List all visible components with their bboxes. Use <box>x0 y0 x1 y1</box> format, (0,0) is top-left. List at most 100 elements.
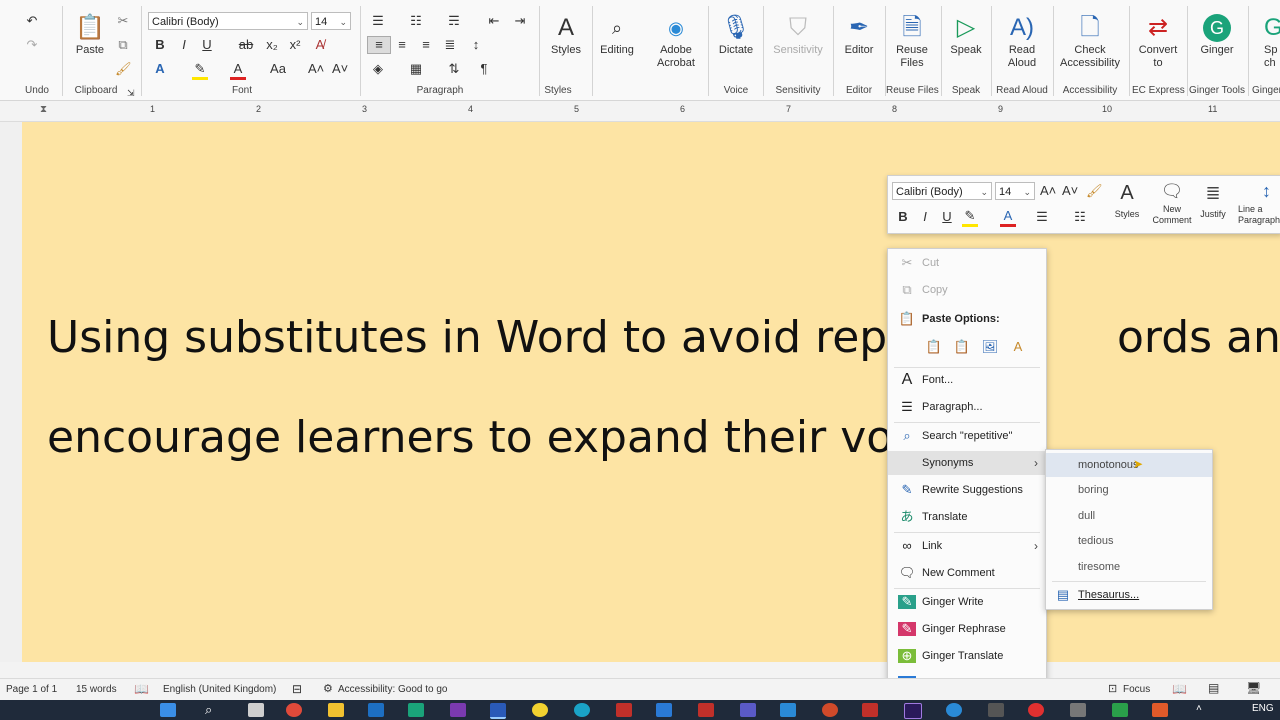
onenote-icon[interactable] <box>450 703 466 717</box>
app-icon[interactable] <box>616 703 632 717</box>
justify-icon[interactable]: ≣ <box>442 37 458 53</box>
file-explorer-icon[interactable] <box>328 703 344 717</box>
dictate-button[interactable]: 🎙 Dictate <box>714 14 758 57</box>
proofing-icon[interactable]: 📖 <box>134 682 149 696</box>
menu-item-thesaurus[interactable]: ▤ Thesaurus... <box>1046 583 1212 607</box>
check-accessibility-button[interactable]: 🗋 Check Accessibility <box>1058 14 1122 70</box>
print-layout-icon[interactable]: ▤ <box>1208 681 1219 695</box>
chrome-icon[interactable] <box>286 703 302 717</box>
align-left-icon[interactable]: ≡ <box>367 36 391 54</box>
mini-font-size-combo[interactable]: 14 ⌄ <box>995 182 1035 200</box>
numbering-icon[interactable]: ☷ <box>408 13 424 29</box>
menu-item-translate[interactable]: あ Translate <box>888 505 1046 529</box>
line-spacing-icon[interactable]: ↕ <box>468 37 484 53</box>
horizontal-ruler[interactable]: ⧗ 1 2 3 4 5 6 7 8 9 10 11 <box>0 101 1280 122</box>
ginger-button[interactable]: G Ginger <box>1194 14 1240 57</box>
bold-icon[interactable]: B <box>152 37 168 53</box>
undo-icon[interactable]: ↶ <box>22 13 42 29</box>
menu-item-new-comment[interactable]: 🗨 New Comment <box>888 561 1046 585</box>
strikethrough-icon[interactable]: ab <box>238 37 254 53</box>
accessibility-status[interactable]: Accessibility: Good to go <box>338 684 448 695</box>
menu-item-synonyms[interactable]: Synonyms › <box>888 451 1046 475</box>
grow-font-icon[interactable]: A˄ <box>1040 183 1056 199</box>
borders-icon[interactable]: ▦ <box>408 61 424 77</box>
app-icon[interactable] <box>656 703 672 717</box>
align-right-icon[interactable]: ≡ <box>418 37 434 53</box>
premiere-icon[interactable] <box>904 703 922 719</box>
editor-button[interactable]: ✒ Editor <box>838 14 880 57</box>
paste-merge-icon[interactable]: 📋 <box>952 339 972 355</box>
focus-label[interactable]: Focus <box>1123 684 1150 695</box>
redo-icon[interactable]: ↷ <box>22 37 42 53</box>
copy-icon[interactable]: ⧉ <box>115 37 131 53</box>
menu-item-copy[interactable]: ⧉ Copy <box>888 278 1046 302</box>
mini-styles-button[interactable]: A Styles <box>1110 180 1144 221</box>
language-status[interactable]: English (United Kingdom) <box>163 684 276 695</box>
paste-picture-icon[interactable]: 🖼 <box>980 339 1000 355</box>
app-icon[interactable] <box>1028 703 1044 717</box>
word-icon[interactable] <box>490 703 506 719</box>
synonym-item[interactable]: boring <box>1046 478 1212 502</box>
task-view-icon[interactable] <box>248 703 264 717</box>
align-center-icon[interactable]: ≡ <box>394 37 410 53</box>
superscript-icon[interactable]: x² <box>287 37 303 53</box>
menu-item-link[interactable]: ∞ Link › <box>888 534 1046 558</box>
pilcrow-icon[interactable]: ¶ <box>476 61 492 77</box>
menu-item-font[interactable]: A Font... <box>888 368 1046 392</box>
dialog-launcher-icon[interactable]: ⇲ <box>127 85 135 101</box>
accessibility-icon[interactable]: ⚙ <box>323 682 333 695</box>
app-icon[interactable] <box>532 703 548 717</box>
document-line-1[interactable]: Using substitutes in Word to avoid repe <box>47 312 914 363</box>
menu-item-cut[interactable]: ✂ Cut <box>888 251 1046 275</box>
menu-item-search[interactable]: ⌕ Search "repetitive" <box>888 424 1046 448</box>
app-icon[interactable] <box>946 703 962 717</box>
shrink-font-icon[interactable]: A˅ <box>1062 183 1078 199</box>
app-icon[interactable] <box>1112 703 1128 717</box>
menu-item-ginger-rephrase[interactable]: ✎ Ginger Rephrase <box>888 617 1046 641</box>
multilevel-list-icon[interactable]: ☴ <box>446 13 462 29</box>
app-icon[interactable] <box>988 703 1004 717</box>
mini-justify-button[interactable]: ≣ Justify <box>1196 180 1230 221</box>
page-count[interactable]: Page 1 of 1 <box>6 684 57 695</box>
paste-keep-source-icon[interactable]: 📋 <box>924 339 944 355</box>
format-painter-icon[interactable]: 🖌 <box>115 61 132 77</box>
menu-item-paragraph[interactable]: ☰ Paragraph... <box>888 395 1046 419</box>
document-line-2[interactable]: encourage learners to expand their voca <box>47 412 944 463</box>
text-effects-icon[interactable]: A <box>152 61 168 77</box>
settings-icon[interactable] <box>1070 703 1086 717</box>
paste-text-only-icon[interactable]: A <box>1008 339 1028 355</box>
read-mode-icon[interactable]: 📖 <box>1172 682 1187 696</box>
synonym-item[interactable]: dull <box>1046 504 1212 528</box>
increase-indent-icon[interactable]: ⇥ <box>512 13 528 29</box>
decrease-indent-icon[interactable]: ⇤ <box>486 13 502 29</box>
reuse-files-button[interactable]: 🗎 Reuse Files <box>888 14 936 70</box>
app-icon[interactable] <box>822 703 838 717</box>
mini-new-comment-button[interactable]: 🗨 New Comment <box>1150 180 1194 226</box>
bullets-icon[interactable]: ☰ <box>1034 209 1050 225</box>
shading-icon[interactable]: ◈ <box>370 61 386 77</box>
numbering-icon[interactable]: ☷ <box>1072 209 1088 225</box>
app-icon[interactable] <box>408 703 424 717</box>
font-color-icon[interactable]: A <box>1000 208 1016 227</box>
read-aloud-button[interactable]: A) Read Aloud <box>996 14 1048 70</box>
chevron-up-icon[interactable]: ˄ <box>1196 703 1212 717</box>
mini-line-spacing-button[interactable]: ↕ Line a Paragraph <box>1238 180 1280 226</box>
menu-item-rewrite-suggestions[interactable]: ✎ Rewrite Suggestions <box>888 478 1046 502</box>
synonym-item[interactable]: monotonous <box>1046 453 1212 477</box>
spell-check-button[interactable]: G Sp ch <box>1264 14 1280 70</box>
font-color-icon[interactable]: A <box>230 61 246 80</box>
speak-button[interactable]: ▷ Speak <box>946 14 986 57</box>
sensitivity-button[interactable]: ⛉ Sensitivity <box>768 14 828 57</box>
clear-formatting-icon[interactable]: A̸ <box>312 37 328 53</box>
highlight-icon[interactable]: ✎ <box>192 61 208 80</box>
outlook-icon[interactable] <box>368 703 384 717</box>
word-count[interactable]: 15 words <box>76 684 117 695</box>
highlight-icon[interactable]: ✎ <box>962 208 978 227</box>
menu-item-ginger-write[interactable]: ✎ Ginger Write <box>888 590 1046 614</box>
font-name-combo[interactable]: Calibri (Body) ⌄ <box>148 12 308 30</box>
styles-button[interactable]: A Styles <box>546 14 586 57</box>
menu-item-ginger-translate[interactable]: ⊕ Ginger Translate <box>888 644 1046 668</box>
language-indicator[interactable]: ENG <box>1252 703 1274 714</box>
app-icon[interactable] <box>862 703 878 717</box>
app-icon[interactable] <box>780 703 796 717</box>
